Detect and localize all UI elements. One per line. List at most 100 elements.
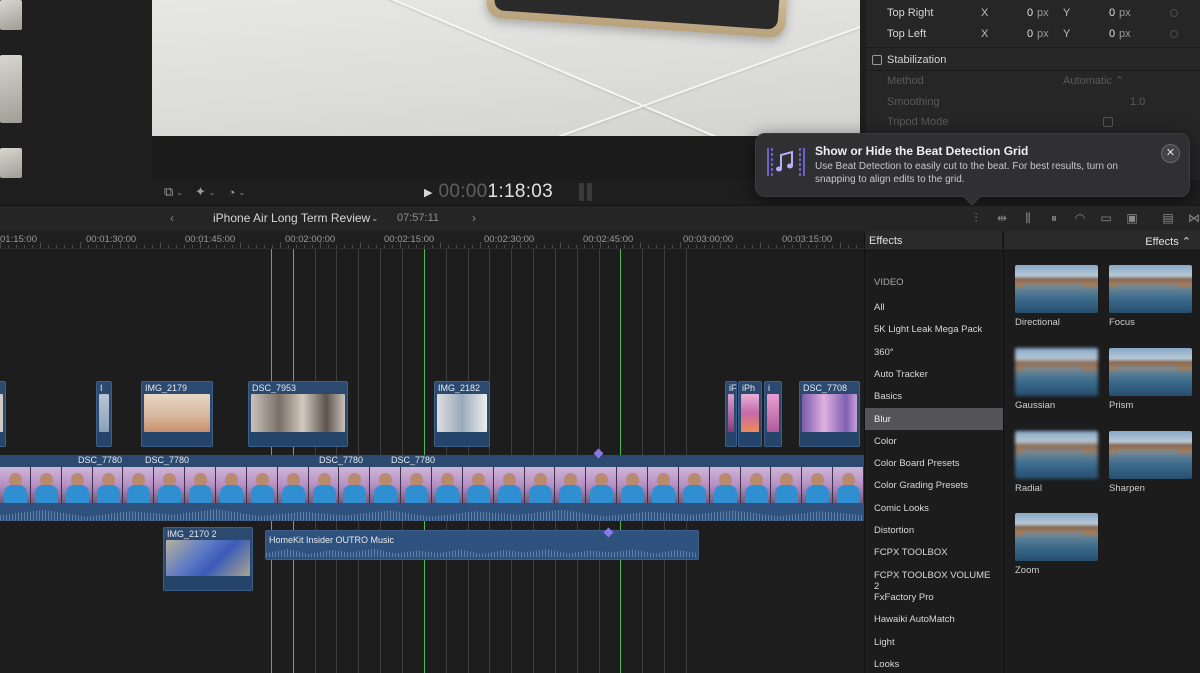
ruler-label: 00:01:45:00	[185, 234, 236, 245]
forward-button[interactable]: ›	[472, 211, 476, 225]
effect-tile-gaussian[interactable]: Gaussian	[1015, 348, 1098, 411]
connected-clip[interactable]: i	[764, 381, 782, 447]
connected-clip[interactable]: iF	[725, 381, 737, 447]
chevron-down-icon: ⌄	[208, 187, 216, 197]
notification-body: Use Beat Detection to easily cut to the …	[815, 161, 1118, 185]
effects-category-item[interactable]: Comic Looks	[865, 497, 1003, 519]
project-duration: 07:57:11	[397, 212, 440, 224]
connected-clip[interactable]: IMG_2182	[434, 381, 490, 447]
effects-category-item[interactable]: 360°	[865, 341, 1003, 363]
effect-tile-prism[interactable]: Prism	[1109, 348, 1192, 411]
effect-tile-directional[interactable]: Directional	[1015, 265, 1098, 328]
play-icon[interactable]: ▶	[424, 186, 432, 199]
back-button[interactable]: ‹	[170, 211, 174, 225]
connected-clip[interactable]: DSC_7708	[799, 381, 860, 447]
audio-meter-icon[interactable]	[579, 183, 593, 201]
x-value-field[interactable]: 0	[1027, 28, 1033, 40]
smoothing-label: Smoothing	[887, 95, 940, 108]
retime-menu[interactable]: ◔ ⌄	[228, 185, 246, 200]
keyframe-button[interactable]	[1170, 29, 1178, 38]
clip-name: IMG_2179	[145, 383, 188, 393]
ruler-label: 01:15:00	[0, 234, 37, 245]
filmstrip-frame	[586, 467, 618, 503]
effects-browser-icon[interactable]: ▤	[1160, 211, 1176, 226]
chevron-down-icon: ⌄	[238, 187, 246, 197]
y-value-field[interactable]: 0	[1109, 7, 1115, 19]
effects-category-item[interactable]: Auto Tracker	[865, 363, 1003, 385]
beat-detection-icon[interactable]: ⫶	[968, 211, 984, 226]
y-value-field[interactable]: 0	[1109, 28, 1115, 40]
x-value-field[interactable]: 0	[1027, 7, 1033, 19]
effect-tile-radial[interactable]: Radial	[1015, 431, 1098, 494]
audio-skimming-icon[interactable]: ◠	[1072, 211, 1088, 226]
keyframe-button[interactable]	[1170, 8, 1178, 17]
skimming-icon[interactable]: ⫼	[1020, 211, 1036, 226]
browser-thumbnail[interactable]	[0, 0, 22, 30]
snapping-icon[interactable]: ⏸	[1046, 211, 1062, 226]
solo-icon[interactable]: ▭	[1098, 211, 1114, 226]
effects-category-item[interactable]: Distortion	[865, 519, 1003, 541]
stabilization-checkbox[interactable]	[872, 54, 882, 65]
viewer-canvas	[152, 0, 860, 136]
timeline-ruler[interactable]: 01:15:00 00:01:30:00 00:01:45:00 00:02:0…	[0, 231, 864, 249]
filmstrip-frame	[185, 467, 217, 503]
filmstrip-frame	[740, 467, 772, 503]
clip-name: i	[768, 383, 770, 393]
effects-category-item[interactable]: Color Grading Presets	[865, 474, 1003, 496]
clip-name: DSC_7780	[78, 455, 123, 465]
chevron-down-icon[interactable]: ⌄	[371, 213, 379, 224]
smoothing-value[interactable]: 1.0	[1130, 96, 1145, 108]
effect-tile-sharpen[interactable]: Sharpen	[1109, 431, 1192, 494]
effect-tile-focus[interactable]: Focus	[1109, 265, 1192, 328]
tripod-checkbox[interactable]	[1103, 116, 1113, 127]
connected-clip[interactable]: I	[96, 381, 112, 447]
effects-category-item[interactable]: FxFactory Pro	[865, 586, 1003, 608]
effects-category-item[interactable]: Looks	[865, 653, 1003, 673]
zoom-to-fit-icon[interactable]: ⇹	[994, 211, 1010, 226]
method-popup[interactable]: Automatic ⌃	[1063, 74, 1124, 87]
effects-category-item[interactable]: Blur	[865, 407, 1003, 430]
timeline[interactable]: I IMG_2179 DSC_7953 IMG_2182 iF iPh i DS…	[0, 249, 864, 673]
ruler-label: 00:02:45:00	[583, 234, 634, 245]
enhance-menu[interactable]: ✦ ⌄	[195, 184, 216, 200]
browser-thumbnail[interactable]	[0, 148, 22, 178]
effects-category-item[interactable]: FCPX TOOLBOX VOLUME 2	[865, 564, 1003, 592]
clip-name: DSC_7953	[252, 383, 297, 393]
effect-tile-zoom[interactable]: Zoom	[1015, 513, 1098, 576]
clip-name: iF	[729, 383, 737, 393]
connected-clip[interactable]: iPh	[738, 381, 762, 447]
effects-category-item[interactable]: All	[865, 296, 1003, 318]
close-icon[interactable]: ✕	[1161, 144, 1180, 163]
browser-thumbnail[interactable]	[0, 55, 22, 123]
y-unit: px	[1119, 27, 1131, 40]
primary-storyline[interactable]: DSC_7780 DSC_7780 DSC_7780 DSC_7780	[0, 455, 864, 521]
x-label: X	[981, 6, 989, 19]
effects-category-item[interactable]: 5K Light Leak Mega Pack	[865, 318, 1003, 340]
connected-clip[interactable]	[0, 381, 6, 447]
effects-category-item[interactable]: Basics	[865, 385, 1003, 407]
filmstrip-frame	[154, 467, 186, 503]
effects-category-item[interactable]: Color Board Presets	[865, 452, 1003, 474]
y-label: Y	[1063, 27, 1071, 40]
effect-name: Gaussian	[1015, 400, 1056, 411]
filmstrip-frame	[555, 467, 587, 503]
music-clip[interactable]: HomeKit Insider OUTRO Music	[265, 530, 699, 560]
project-name[interactable]: iPhone Air Long Term Review	[213, 211, 370, 225]
effects-popup[interactable]: Effects ⌃	[1004, 231, 1200, 251]
clip-name: IMG_2170 2	[167, 529, 217, 539]
magic-wand-icon: ✦	[195, 184, 206, 199]
clip-appearance-icon[interactable]: ▣	[1124, 211, 1140, 226]
notification-title: Show or Hide the Beat Detection Grid	[815, 144, 1029, 158]
effects-category-item[interactable]: Light	[865, 631, 1003, 653]
effects-category-item[interactable]: Hawaiki AutoMatch	[865, 608, 1003, 630]
crop-menu[interactable]: ⧉ ⌄	[164, 184, 183, 200]
timecode-display[interactable]: ▶ 00:00 1:18:03	[424, 181, 593, 203]
connected-clip[interactable]: IMG_2179	[141, 381, 213, 447]
transitions-browser-icon[interactable]: ⋈	[1186, 211, 1200, 226]
effect-name: Focus	[1109, 317, 1135, 328]
effects-category-item[interactable]: FCPX TOOLBOX	[865, 541, 1003, 563]
connected-clip[interactable]: DSC_7953	[248, 381, 348, 447]
final-cut-pro-window: ⧉ ⌄ ✦ ⌄ ◔ ⌄ ▶ 00:00 1:18:03 Top Right X 0 p…	[0, 0, 1200, 673]
effects-category-item[interactable]: Color	[865, 430, 1003, 452]
connected-clip[interactable]: IMG_2170 2	[163, 527, 253, 591]
